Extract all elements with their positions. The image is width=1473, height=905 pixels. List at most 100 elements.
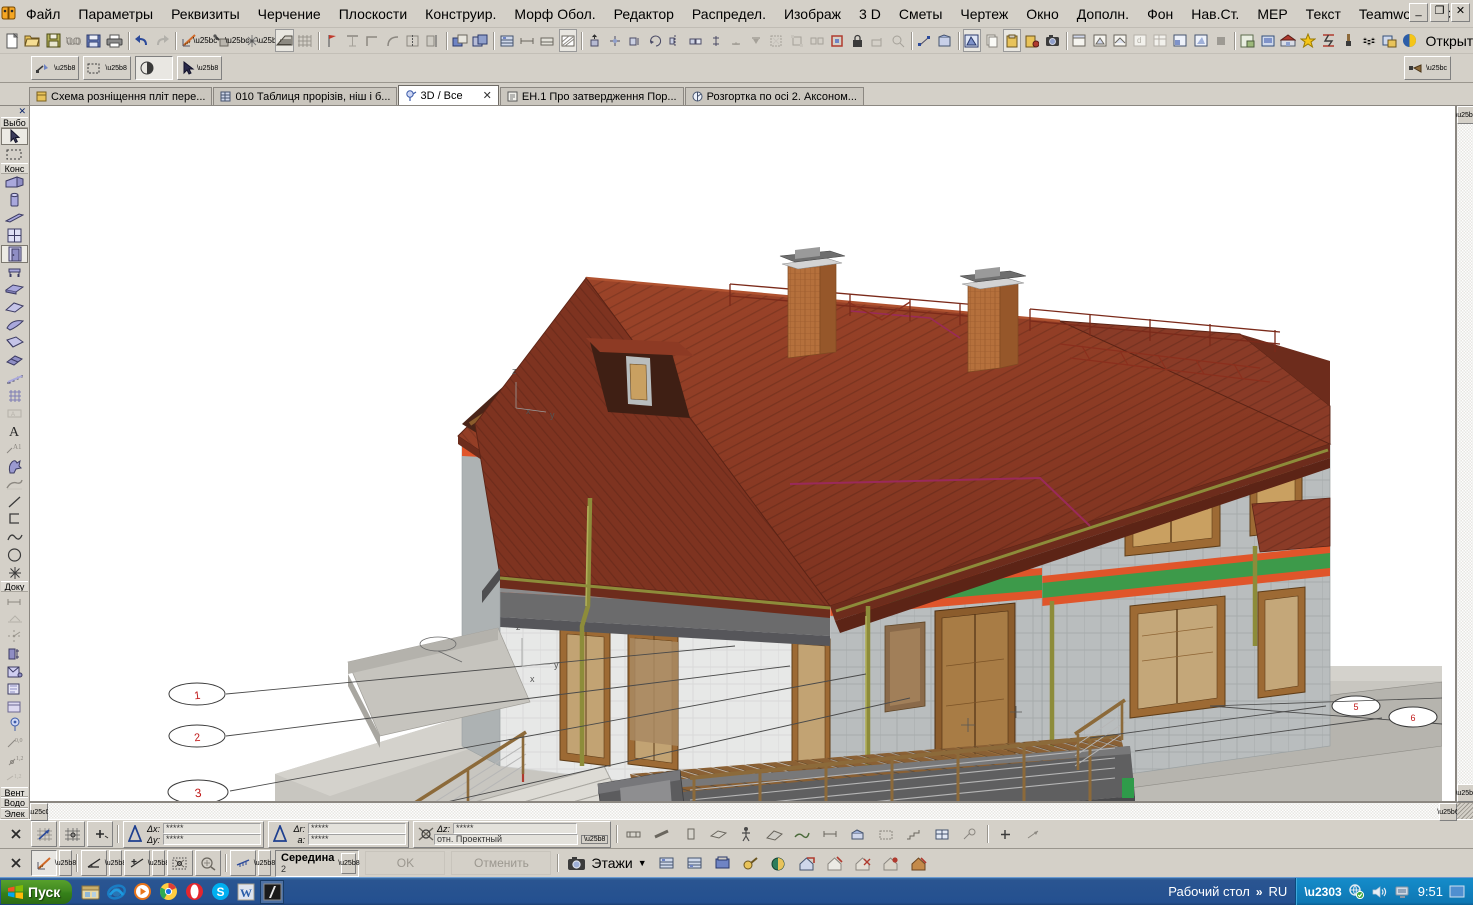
- menu-item-7[interactable]: Редактор: [605, 3, 683, 25]
- close-icon[interactable]: ✕: [18, 106, 29, 117]
- user-origin-button[interactable]: [87, 821, 113, 847]
- start-button[interactable]: Пуск: [1, 880, 72, 904]
- favorites-star-icon[interactable]: [1299, 29, 1317, 52]
- vscroll-track[interactable]: [1457, 124, 1473, 784]
- volume-icon[interactable]: [1371, 885, 1388, 899]
- slab-snap-icon[interactable]: [705, 821, 731, 847]
- view-navigation-button[interactable]: \u25bc: [1404, 56, 1451, 80]
- menu-item-10[interactable]: 3 D: [850, 3, 890, 25]
- toolbox-group-document[interactable]: Доку: [1, 581, 28, 592]
- 3d-viewport[interactable]: 1 2 3 4 5: [30, 106, 1456, 802]
- stop-icon[interactable]: [1212, 29, 1230, 52]
- move-icon[interactable]: [606, 29, 624, 52]
- menu-item-6[interactable]: Морф Обол.: [505, 3, 604, 25]
- morph-tool[interactable]: [1, 334, 28, 352]
- elevation-coordinates[interactable]: Δz: ***** отн. Проектный \u25b8: [413, 821, 611, 848]
- door-tool[interactable]: [1, 245, 28, 263]
- beam-tool[interactable]: [1, 209, 28, 227]
- elevation-dim-icon[interactable]: [538, 29, 556, 52]
- mesh-snap-icon[interactable]: [789, 821, 815, 847]
- home-filter-icon[interactable]: [906, 850, 932, 876]
- dimension-icon[interactable]: [1, 592, 28, 610]
- wall-snap-icon[interactable]: [621, 821, 647, 847]
- circle-tool[interactable]: [1, 546, 28, 564]
- menu-item-14[interactable]: Дополн.: [1068, 3, 1138, 25]
- add-snap-point-icon[interactable]: [992, 821, 1018, 847]
- trim-icon[interactable]: [424, 29, 442, 52]
- multiply-icon[interactable]: [686, 29, 704, 52]
- cartesian-coordinates[interactable]: Δx: ***** Δy: *****: [123, 821, 264, 848]
- suspend-groups-icon[interactable]: [788, 29, 806, 52]
- column-snap-icon[interactable]: [677, 821, 703, 847]
- polar-coordinates[interactable]: Δr: ***** a: *****: [268, 821, 409, 848]
- alpha-value[interactable]: *****: [308, 834, 406, 845]
- menu-item-4[interactable]: Плоскости: [330, 3, 416, 25]
- zonestamp-icon[interactable]: 1,2: [1, 751, 28, 769]
- stair-snap-icon[interactable]: [901, 821, 927, 847]
- skype-icon[interactable]: S: [208, 880, 232, 904]
- window-tool[interactable]: [1, 227, 28, 245]
- dimension-horizontal-icon[interactable]: [518, 29, 536, 52]
- home-existing-icon[interactable]: [822, 850, 848, 876]
- spline-tool[interactable]: [1, 528, 28, 546]
- menu-item-0[interactable]: Файл: [17, 3, 69, 25]
- snap-divisions-button[interactable]: [230, 850, 256, 876]
- selected-group-icon[interactable]: [828, 29, 846, 52]
- toolbox-group-select[interactable]: Выбо: [1, 117, 28, 128]
- toolbox-group-elec[interactable]: Элек: [1, 808, 28, 819]
- window-plan-icon[interactable]: [1070, 29, 1088, 52]
- level-icon[interactable]: [1, 610, 28, 628]
- redo-icon[interactable]: [153, 29, 171, 52]
- mirror-icon[interactable]: [666, 29, 684, 52]
- arrow-tool[interactable]: [1, 128, 28, 146]
- zone-snap-icon[interactable]: [873, 821, 899, 847]
- storey-up-icon[interactable]: [654, 850, 680, 876]
- trace-reference-icon[interactable]: [738, 850, 764, 876]
- tab-1[interactable]: 010 Таблиця прорізів, ніш і б...: [213, 87, 397, 105]
- construction-grid-toggle[interactable]: [59, 821, 85, 847]
- copy-icon[interactable]: [983, 29, 1001, 52]
- ungroup-icon[interactable]: [808, 29, 826, 52]
- detail-icon[interactable]: [1, 681, 28, 699]
- curtainwall-tool[interactable]: [1, 351, 28, 369]
- floors-button[interactable]: Этажи ▼: [561, 850, 652, 876]
- unlock-icon[interactable]: [868, 29, 886, 52]
- edit-plane-icon[interactable]: [936, 29, 954, 52]
- object-tool[interactable]: [1, 263, 28, 281]
- fill-tool[interactable]: [1, 475, 28, 493]
- scroll-left-button[interactable]: \u25c0: [30, 803, 48, 821]
- corner-icon[interactable]: [363, 29, 381, 52]
- toolbox-group-construct[interactable]: Конс: [1, 163, 28, 174]
- home-all-icon[interactable]: [878, 850, 904, 876]
- scroll-right-button[interactable]: \u25b6: [1439, 803, 1457, 821]
- snap-divisions-dropdown[interactable]: \u25b8: [258, 850, 271, 876]
- selection-area-button[interactable]: \u25b8: [83, 56, 130, 80]
- zoom-snap-button[interactable]: [195, 850, 221, 876]
- menu-item-11[interactable]: Сметы: [890, 3, 952, 25]
- publisher-icon[interactable]: [1259, 29, 1277, 52]
- delta-r-value[interactable]: *****: [308, 823, 406, 834]
- fill-pattern-icon[interactable]: [559, 29, 577, 52]
- window-layout-icon[interactable]: [1171, 29, 1189, 52]
- rotate-icon[interactable]: [646, 29, 664, 52]
- elevation-reference[interactable]: отн. Проектный: [434, 834, 578, 845]
- section-icon[interactable]: [1, 645, 28, 663]
- open-file-icon[interactable]: [23, 29, 42, 52]
- arc-icon[interactable]: [383, 29, 401, 52]
- magic-wand-dropdown-arrow[interactable]: \u25bc: [232, 30, 243, 51]
- tab-2[interactable]: 3D / Все✕: [398, 85, 498, 105]
- marquee-tool[interactable]: [1, 145, 28, 163]
- offset-dropdown[interactable]: \u25b8: [152, 850, 165, 876]
- wall-tool[interactable]: [1, 174, 28, 192]
- hatch-icon[interactable]: [1360, 29, 1378, 52]
- menu-item-15[interactable]: Фон: [1138, 3, 1182, 25]
- paint-brush-icon[interactable]: [1340, 29, 1358, 52]
- find-select-icon[interactable]: [889, 29, 907, 52]
- column-tool[interactable]: [1, 191, 28, 209]
- hotspot-tool[interactable]: [1, 458, 28, 476]
- menu-item-18[interactable]: Текст: [1297, 3, 1350, 25]
- save-as-icon[interactable]: [85, 29, 103, 52]
- tab-4[interactable]: Розгортка по осі 2. Аксоном...: [685, 87, 864, 105]
- delta-z-value[interactable]: *****: [453, 823, 577, 834]
- delta-y-value[interactable]: *****: [163, 834, 261, 845]
